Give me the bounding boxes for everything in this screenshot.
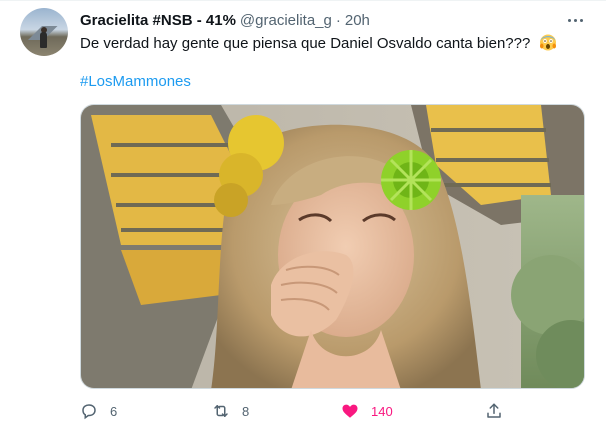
reply-icon — [82, 404, 96, 420]
heart-icon — [342, 404, 358, 418]
retweet-icon — [214, 405, 228, 417]
author-name[interactable]: Gracielita #NSB - 41% — [80, 12, 236, 29]
avatar[interactable] — [20, 8, 68, 56]
tweet-card[interactable]: Gracielita #NSB - 41% @gracielita_g · 20… — [0, 0, 606, 436]
tweet-text: De verdad hay gente que piensa que Danie… — [80, 35, 531, 52]
separator-dot: · — [335, 11, 341, 29]
share-icon — [487, 403, 501, 418]
reply-button[interactable]: 6 — [80, 401, 117, 421]
tweet-actions-bar: 6 8 140 — [80, 401, 503, 421]
retweet-button[interactable]: 8 — [212, 401, 249, 421]
retweet-count: 8 — [242, 403, 250, 419]
author-handle[interactable]: @gracielita_g — [240, 12, 332, 29]
media-illustration — [81, 105, 584, 388]
avatar-person — [40, 32, 47, 48]
more-options-icon[interactable] — [565, 10, 585, 30]
face-screaming-in-fear-icon — [539, 34, 556, 51]
reply-count: 6 — [110, 403, 118, 419]
tweet-header: Gracielita #NSB - 41% @gracielita_g · 20… — [80, 10, 370, 30]
tweet-text-block: De verdad hay gente que piensa que Danie… — [80, 33, 585, 54]
tweet-media-image[interactable] — [80, 104, 585, 389]
like-button[interactable]: 140 — [341, 401, 393, 421]
share-button[interactable] — [485, 401, 503, 421]
hashtag-link[interactable]: #LosMammones — [80, 72, 191, 92]
like-count: 140 — [371, 403, 393, 419]
tweet-time[interactable]: 20h — [345, 12, 370, 29]
